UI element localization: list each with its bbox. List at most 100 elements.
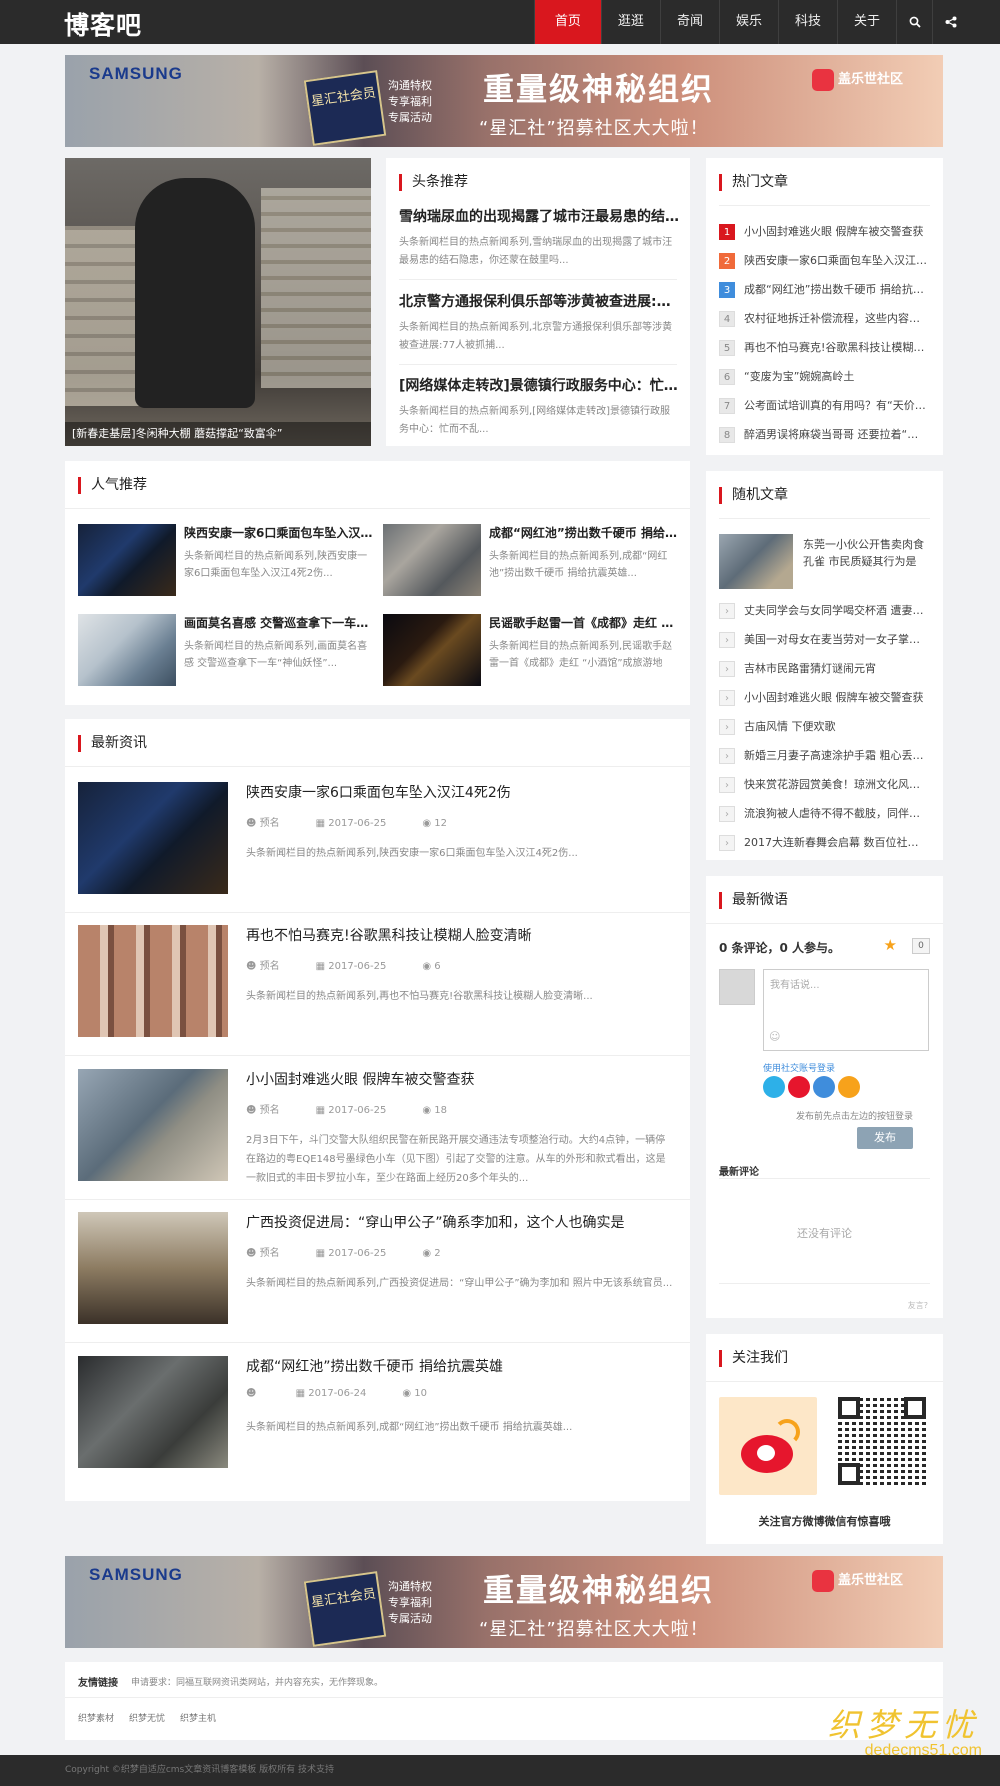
headline-item[interactable]: 雪纳瑞尿血的出现揭露了城市汪最易患的结石隐患 头条新闻栏目的热点新闻系列,雪纳瑞尿… bbox=[399, 206, 679, 270]
comment-input[interactable]: 我有话说... bbox=[763, 969, 929, 1051]
latest-comments-label[interactable]: 最新评论 bbox=[719, 1163, 759, 1178]
news-item[interactable]: 再也不怕马赛克!谷歌黑科技让模糊人脸变清晰 ☻ 预名 ▦ 2017-06-25 ◉ … bbox=[78, 925, 676, 1037]
news-item[interactable]: 小小固封难逃火眼 假牌车被交警查获 ☻ 预名 ▦ 2017-06-25 ◉ 18 2… bbox=[78, 1069, 676, 1184]
chevron-right-icon: › bbox=[719, 603, 735, 619]
latest-news-panel: 最新资讯 陕西安康一家6口乘面包车坠入汉江4死2伤 ☻ 预名 ▦ 2017-06-… bbox=[65, 719, 690, 1501]
hot-item[interactable]: 7 公考面试培训真的有用吗？有“天价”班 bbox=[719, 397, 929, 414]
top-ad-banner[interactable]: SAMSUNG 星汇社会员 沟通特权 专享福利 专属活动 重量级神秘组织 “星汇社”… bbox=[65, 55, 943, 147]
nav-oddities[interactable]: 奇闻 bbox=[659, 0, 719, 44]
post-comment-button[interactable]: 发布 bbox=[857, 1127, 913, 1149]
emoji-icon[interactable]: ☺ bbox=[769, 1030, 780, 1043]
random-item[interactable]: › 美国一对母女在麦当劳对一女子掌掴踢打 bbox=[719, 631, 929, 648]
popular-item[interactable]: 成都“网红池”捞出数千硬币 捐给抗震英雄头条新闻栏目的热点新闻系列,成都“网红池… bbox=[383, 524, 679, 596]
chevron-right-icon: › bbox=[719, 661, 735, 677]
friend-link[interactable]: 织梦无忧 bbox=[129, 1711, 165, 1724]
site-logo[interactable]: 博客吧 bbox=[64, 6, 142, 42]
share-icon[interactable] bbox=[932, 0, 968, 44]
comments-section-title: 最新微语 bbox=[719, 892, 788, 909]
hot-item[interactable]: 8 醉酒男误将麻袋当哥哥 还要拉着“它”回家 bbox=[719, 426, 929, 443]
star-count: 0 bbox=[912, 938, 930, 954]
calendar-icon: ▦ 2017-06-25 bbox=[315, 818, 387, 829]
random-item[interactable]: › 吉林市民路雷猜灯谜闹元宵 bbox=[719, 660, 929, 677]
nav-about[interactable]: 关于 bbox=[836, 0, 896, 44]
hot-item[interactable]: 4 农村征地拆迁补偿流程，这些内容请注意 bbox=[719, 310, 929, 327]
news-thumbnail bbox=[78, 1069, 228, 1181]
nav-browse[interactable]: 逛逛 bbox=[600, 0, 660, 44]
news-thumbnail bbox=[78, 1356, 228, 1468]
footer-copyright: Copyright ©织梦自适应cms文章资讯博客模板 版权所有 技术支持 bbox=[0, 1755, 1000, 1786]
nav-entertainment[interactable]: 娱乐 bbox=[718, 0, 778, 44]
popular-item[interactable]: 民谣歌手赵雷一首《成都》走红 “小酒馆”成旅游地标头条新闻栏目的热点新闻系列,民… bbox=[383, 614, 679, 686]
main-nav: 首页 逛逛 奇闻 娱乐 科技 关于 bbox=[533, 0, 968, 44]
star-icon[interactable]: ★ bbox=[884, 936, 897, 954]
random-item[interactable]: › 流浪狗被人虐待不得不截肢，同伴的陪伴 bbox=[719, 805, 929, 822]
banner-perks: 沟通特权 专享福利 专属活动 bbox=[388, 1580, 432, 1625]
banner-community: 盖乐世社区 bbox=[811, 1569, 903, 1592]
social-login-icons bbox=[763, 1076, 860, 1098]
banner-headline: 重量级神秘组织 bbox=[483, 1573, 714, 1609]
nav-tech[interactable]: 科技 bbox=[777, 0, 837, 44]
weibo-icon[interactable] bbox=[788, 1076, 810, 1098]
banner-headline: 重量级神秘组织 bbox=[483, 72, 714, 108]
friend-links-title: 友情链接 bbox=[78, 1678, 118, 1689]
headline-section-title: 头条推荐 bbox=[399, 174, 468, 191]
popular-item[interactable]: 陕西安康一家6口乘面包车坠入汉江4死2伤头条新闻栏目的热点新闻系列,陕西安康一家… bbox=[78, 524, 374, 596]
random-item[interactable]: › 小小固封难逃火眼 假牌车被交警查获 bbox=[719, 689, 929, 706]
random-feature-title[interactable]: 东莞一小伙公开售卖肉食孔雀 市民质疑其行为是 bbox=[803, 536, 931, 570]
popular-item[interactable]: 画面莫名喜感 交警巡查拿下一车“神仙妖怪”头条新闻栏目的热点新闻系列,画面莫名喜… bbox=[78, 614, 374, 686]
watermark-text: 织梦无忧 bbox=[827, 1706, 980, 1744]
random-articles-panel: 随机文章 东莞一小伙公开售卖肉食孔雀 市民质疑其行为是 › 丈夫同学会与女同学喝交… bbox=[706, 471, 943, 860]
qzone-icon[interactable] bbox=[838, 1076, 860, 1098]
banner-card: 星汇社会员 bbox=[303, 70, 387, 146]
hot-item[interactable]: 6 “变废为宝”婉婉高岭土 bbox=[719, 368, 929, 385]
renren-icon[interactable] bbox=[813, 1076, 835, 1098]
chevron-right-icon: › bbox=[719, 690, 735, 706]
friend-link[interactable]: 织梦素材 bbox=[78, 1711, 114, 1724]
nav-home[interactable]: 首页 bbox=[533, 0, 601, 44]
hero-image[interactable]: [新春走基层]冬闲种大棚 蘑菇撑起“致富伞” bbox=[65, 158, 371, 446]
random-item[interactable]: › 2017大连新春舞会启幕 数百位社会名流 bbox=[719, 834, 929, 851]
friend-link[interactable]: 织梦主机 bbox=[180, 1711, 216, 1724]
bottom-ad-banner[interactable]: SAMSUNG 星汇社会员 沟通特权 专享福利 专属活动 重量级神秘组织 “星汇社”… bbox=[65, 1556, 943, 1648]
random-feature-thumbnail[interactable] bbox=[719, 534, 793, 589]
qq-icon[interactable] bbox=[763, 1076, 785, 1098]
weibo-logo-icon[interactable] bbox=[719, 1397, 817, 1495]
news-thumbnail bbox=[78, 1212, 228, 1324]
views-icon: ◉ 2 bbox=[422, 1248, 441, 1259]
hot-item[interactable]: 2陕西安康一家6口乘面包车坠入汉江4死2伤 bbox=[719, 252, 929, 269]
popular-thumbnail bbox=[78, 614, 176, 686]
author-icon: ☻ 预名 bbox=[246, 1248, 280, 1259]
random-item[interactable]: › 丈夫同学会与女同学喝交杯酒 遭妻子离婚 bbox=[719, 602, 929, 619]
hot-item[interactable]: 5再也不怕马赛克!谷歌黑科技让模糊人脸变清晰 bbox=[719, 339, 929, 356]
login-hint: 发布前先点击左边的按钮登录 bbox=[796, 1112, 914, 1122]
banner-brand: SAMSUNG bbox=[89, 1565, 183, 1584]
headline-item[interactable]: [网络媒体走转改]景德镇行政服务中心：忙而不乱 头条新闻栏目的热点新闻系列,[网络… bbox=[399, 375, 679, 439]
random-item[interactable]: › 新婚三月妻子高速涂护手霜 粗心丢了钻戒 bbox=[719, 747, 929, 764]
hero-caption[interactable]: [新春走基层]冬闲种大棚 蘑菇撑起“致富伞” bbox=[65, 422, 371, 446]
news-thumbnail bbox=[78, 782, 228, 894]
calendar-icon: ▦ 2017-06-25 bbox=[315, 1105, 387, 1116]
chevron-right-icon: › bbox=[719, 632, 735, 648]
hot-item[interactable]: 1 小小固封难逃火眼 假牌车被交警查获 bbox=[719, 223, 929, 240]
author-icon: ☻ bbox=[246, 1388, 260, 1399]
banner-subline: “星汇社”招募社区大大啦！ bbox=[479, 1619, 709, 1640]
random-section-title: 随机文章 bbox=[719, 487, 788, 504]
random-item[interactable]: ›快来赏花游园赏美食！琼洲文化风情节开幕 bbox=[719, 776, 929, 793]
news-item[interactable]: 广西投资促进局：“穿山甲公子”确系李加和，这个人也确实是 ☻ 预名 ▦ 2017-… bbox=[78, 1212, 676, 1324]
banner-subline: “星汇社”招募社区大大啦！ bbox=[479, 118, 709, 139]
news-item[interactable]: 成都“网红池”捞出数千硬币 捐给抗震英雄 ☻ ▦ 2017-06-24 ◉ 10 … bbox=[78, 1356, 676, 1468]
popular-panel: 人气推荐 陕西安康一家6口乘面包车坠入汉江4死2伤头条新闻栏目的热点新闻系列,陕… bbox=[65, 461, 690, 705]
popular-thumbnail bbox=[78, 524, 176, 596]
friend-links-panel: 友情链接 申请要求：同福互联网资讯类网站，并内容充实，无作弊现象。 织梦素材 织… bbox=[65, 1662, 943, 1740]
hot-item[interactable]: 3 成都“网红池”捞出数千硬币 捐给抗震英雄 bbox=[719, 281, 929, 298]
news-item[interactable]: 陕西安康一家6口乘面包车坠入汉江4死2伤 ☻ 预名 ▦ 2017-06-25 ◉ 1… bbox=[78, 782, 676, 894]
hot-articles-panel: 热门文章 1 小小固封难逃火眼 假牌车被交警查获 2 陕西安康一家6口乘面包车坠入汉… bbox=[706, 158, 943, 455]
follow-section-title: 关注我们 bbox=[719, 1350, 788, 1367]
random-item[interactable]: › 古庙风情 下便欢歌 bbox=[719, 718, 929, 735]
galaxy-logo-icon bbox=[811, 68, 834, 91]
calendar-icon: ▦ 2017-06-25 bbox=[315, 961, 387, 972]
headline-item[interactable]: 北京警方通报保利俱乐部等涉黄被查进展:77人被抓捕头条新闻栏目的热点新闻系列,北… bbox=[399, 291, 679, 355]
views-icon: ◉ 18 bbox=[422, 1105, 448, 1116]
search-icon[interactable] bbox=[896, 0, 932, 44]
powered-by[interactable]: 友言? bbox=[908, 1300, 928, 1311]
